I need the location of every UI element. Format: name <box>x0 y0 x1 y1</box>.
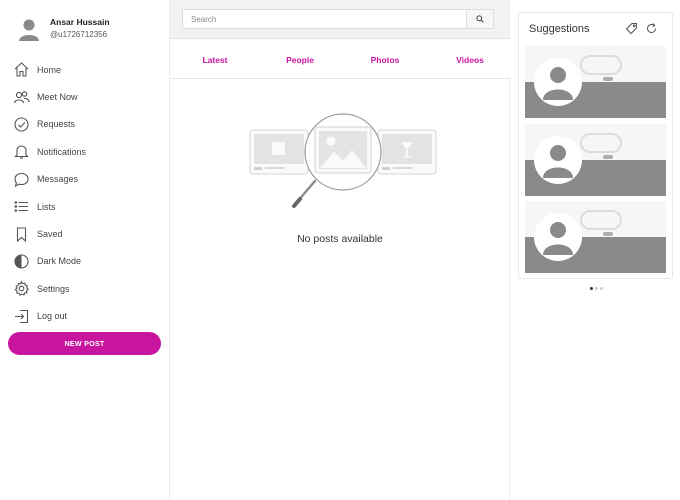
list-icon <box>13 198 30 215</box>
carousel-dot[interactable] <box>595 287 598 290</box>
sidebar-item-logout[interactable]: Log out <box>0 303 170 330</box>
user-avatar-icon[interactable] <box>16 16 42 42</box>
tab-latest[interactable]: Latest <box>170 40 260 79</box>
sidebar-item-label: Messages <box>37 174 79 185</box>
sidebar-item-label: Log out <box>37 311 68 322</box>
left-sidebar: Ansar Hussain @u1726712356 Home Meet Now… <box>0 0 170 500</box>
user-avatar-icon[interactable] <box>534 136 582 184</box>
empty-state-message: No posts available <box>297 233 383 245</box>
user-avatar-icon[interactable] <box>534 213 582 261</box>
suggestions-title: Suggestions <box>529 23 590 35</box>
gear-icon <box>13 280 30 297</box>
sidebar-item-label: Requests <box>37 119 76 130</box>
right-sidebar: Suggestions <box>510 0 680 500</box>
sidebar-item-label: Settings <box>37 283 70 294</box>
feed-tabs: Latest People Photos Videos <box>170 40 510 79</box>
sidebar-item-label: Home <box>37 64 62 75</box>
suggestions-card: Suggestions <box>518 12 673 290</box>
sidebar-item-saved[interactable]: Saved <box>0 220 170 247</box>
home-icon <box>13 61 30 78</box>
sidebar-nav: Home Meet Now Requests Notifications Mes… <box>0 56 170 330</box>
people-icon <box>13 89 30 106</box>
main-feed: Latest People Photos Videos <box>170 0 510 500</box>
sidebar-item-label: Dark Mode <box>37 256 82 267</box>
sidebar-item-home[interactable]: Home <box>0 56 170 83</box>
new-post-button[interactable]: NEW POST <box>8 332 161 355</box>
carousel-dots <box>519 287 674 290</box>
sidebar-item-lists[interactable]: Lists <box>0 193 170 220</box>
bell-icon <box>13 143 30 160</box>
half-circle-icon <box>13 253 30 270</box>
carousel-dot[interactable] <box>600 287 603 290</box>
chat-bubble-icon <box>13 171 30 188</box>
suggestion-item[interactable] <box>525 124 666 196</box>
tag-icon[interactable] <box>625 22 638 35</box>
check-circle-icon <box>13 116 30 133</box>
suggestion-item[interactable] <box>525 46 666 118</box>
bookmark-icon <box>13 226 30 243</box>
tab-photos[interactable]: Photos <box>340 40 430 79</box>
tab-videos[interactable]: Videos <box>425 40 515 79</box>
search-button[interactable] <box>466 10 493 28</box>
sidebar-item-label: Lists <box>37 201 56 212</box>
profile-summary[interactable]: Ansar Hussain @u1726712356 <box>14 14 164 44</box>
sidebar-item-label: Meet Now <box>37 92 78 103</box>
tab-people[interactable]: People <box>255 40 345 79</box>
sidebar-item-dark-mode[interactable]: Dark Mode <box>0 248 170 275</box>
search-box <box>182 9 494 29</box>
profile-handle: @u1726712356 <box>50 30 108 39</box>
logout-icon <box>13 308 30 325</box>
sidebar-item-settings[interactable]: Settings <box>0 275 170 302</box>
refresh-icon[interactable] <box>645 22 658 35</box>
no-posts-illustration <box>249 113 437 208</box>
search-bar-area <box>170 0 510 39</box>
suggestion-item[interactable] <box>525 201 666 273</box>
sidebar-item-label: Saved <box>37 229 63 240</box>
profile-name[interactable]: Ansar Hussain <box>50 17 110 27</box>
sidebar-item-messages[interactable]: Messages <box>0 166 170 193</box>
sidebar-item-meet-now[interactable]: Meet Now <box>0 83 170 110</box>
search-input[interactable] <box>183 10 467 28</box>
user-avatar-icon[interactable] <box>534 58 582 106</box>
empty-state: No posts available <box>170 100 510 260</box>
carousel-dot[interactable] <box>590 287 593 290</box>
sidebar-item-label: Notifications <box>37 146 87 157</box>
sidebar-item-requests[interactable]: Requests <box>0 111 170 138</box>
sidebar-item-notifications[interactable]: Notifications <box>0 138 170 165</box>
